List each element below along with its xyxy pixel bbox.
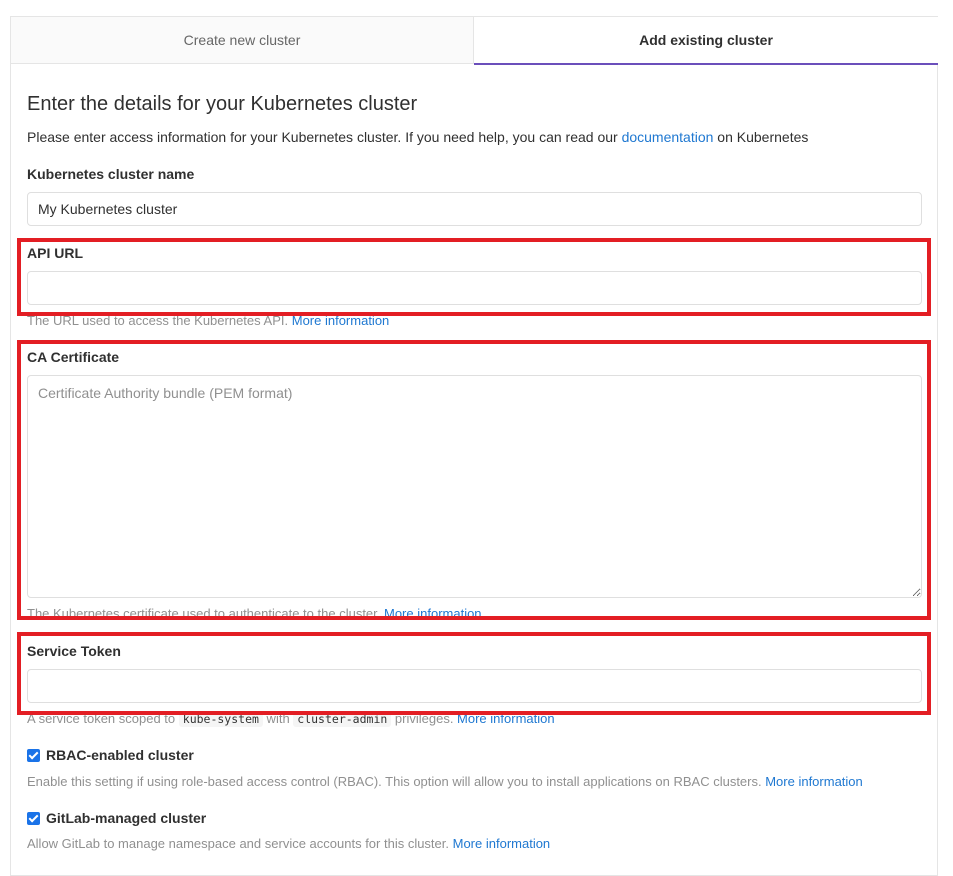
cluster-name-label: Kubernetes cluster name: [27, 166, 195, 182]
api-url-help: The URL used to access the Kubernetes AP…: [27, 313, 389, 328]
gitlab-managed-more-info-link[interactable]: More information: [453, 836, 551, 851]
rbac-checkbox[interactable]: [27, 749, 40, 762]
gitlab-managed-checkbox[interactable]: [27, 812, 40, 825]
rbac-checkbox-row[interactable]: RBAC-enabled cluster: [27, 747, 194, 763]
rbac-help-text: Enable this setting if using role-based …: [27, 774, 766, 789]
service-token-help: A service token scoped to kube-system wi…: [27, 711, 555, 727]
service-token-more-info-link[interactable]: More information: [457, 711, 555, 726]
ca-certificate-textarea[interactable]: [27, 375, 922, 598]
ca-certificate-help: The Kubernetes certificate used to authe…: [27, 606, 482, 621]
kube-system-code: kube-system: [178, 711, 263, 727]
cluster-tabs: Create new cluster Add existing cluster: [11, 17, 938, 65]
service-token-label: Service Token: [27, 643, 121, 659]
cluster-name-input[interactable]: [27, 192, 922, 226]
gitlab-managed-help: Allow GitLab to manage namespace and ser…: [27, 836, 550, 851]
rbac-more-info-link[interactable]: More information: [765, 774, 863, 789]
tab-create-new-cluster[interactable]: Create new cluster: [11, 17, 474, 64]
api-url-help-text: The URL used to access the Kubernetes AP…: [27, 313, 292, 328]
service-token-help-prefix: A service token scoped to: [27, 711, 179, 726]
ca-certificate-more-info-link[interactable]: More information: [384, 606, 482, 621]
ca-certificate-label: CA Certificate: [27, 349, 120, 365]
service-token-help-suffix: privileges.: [391, 711, 458, 726]
rbac-help: Enable this setting if using role-based …: [27, 774, 863, 789]
lead-text-prefix: Please enter access information for your…: [27, 129, 622, 145]
service-token-input[interactable]: [27, 669, 922, 703]
ca-certificate-help-text: The Kubernetes certificate used to authe…: [27, 606, 384, 621]
gitlab-managed-help-text: Allow GitLab to manage namespace and ser…: [27, 836, 453, 851]
gitlab-managed-checkbox-row[interactable]: GitLab-managed cluster: [27, 810, 206, 826]
page-title: Enter the details for your Kubernetes cl…: [27, 93, 418, 115]
service-token-help-mid: with: [262, 711, 294, 726]
api-url-input[interactable]: [27, 271, 922, 305]
tab-add-existing-cluster[interactable]: Add existing cluster: [474, 17, 938, 65]
documentation-link[interactable]: documentation: [622, 129, 714, 145]
cluster-admin-code: cluster-admin: [293, 711, 392, 727]
api-url-more-info-link[interactable]: More information: [292, 313, 390, 328]
lead-text-suffix: on Kubernetes: [713, 129, 809, 145]
gitlab-managed-checkbox-label: GitLab-managed cluster: [46, 810, 207, 826]
lead-text: Please enter access information for your…: [27, 129, 808, 145]
api-url-label: API URL: [27, 245, 83, 261]
rbac-checkbox-label: RBAC-enabled cluster: [46, 747, 194, 763]
